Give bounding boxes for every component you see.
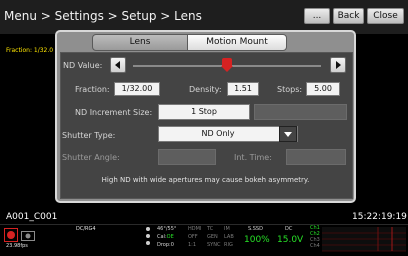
cal-readout: Cal:OE: [157, 234, 174, 240]
tab-motion-mount[interactable]: Motion Mount: [187, 34, 287, 51]
format-readout: DC/RG4: [76, 226, 96, 232]
shutter-type-value: ND Only: [201, 129, 235, 138]
timecode: 15:22:19:19: [352, 212, 407, 222]
status-grid-cell: RIG: [224, 242, 233, 248]
warning-message: High ND with wide apertures may cause bo…: [101, 176, 310, 184]
fps-readout: 23.98fps: [6, 243, 28, 249]
nd-decrease-button[interactable]: [110, 57, 126, 73]
density-value-field[interactable]: 1.51: [227, 82, 259, 96]
fraction-overlay-readout: Fraction: 1/32.0: [6, 47, 54, 54]
breadcrumb: Menu > Settings > Setup > Lens: [4, 9, 202, 23]
int-time-field: [286, 149, 346, 165]
shutter-type-select[interactable]: ND Only: [158, 126, 298, 142]
arrow-right-icon: [336, 61, 341, 69]
status-grid-cell: HDMI: [188, 226, 202, 232]
drop-readout: Drop:0: [157, 242, 174, 248]
nd-increase-button[interactable]: [330, 57, 346, 73]
indicator-dot: [146, 227, 150, 231]
tab-lens[interactable]: Lens: [92, 34, 188, 51]
nd-increment-extra-field: [254, 104, 347, 120]
power-voltage: 15.0V: [277, 235, 304, 245]
indicator-dot: [146, 241, 150, 245]
clip-name: A001_C001: [6, 212, 58, 222]
shutter-angle-field: [158, 149, 216, 165]
nd-slider-handle[interactable]: [221, 58, 233, 72]
shutter-type-label: Shutter Type:: [62, 131, 116, 140]
status-grid-cell: TC: [207, 226, 214, 232]
close-button[interactable]: Close: [367, 8, 404, 24]
power-label: DC: [285, 226, 293, 232]
audio-channel-4: Ch4: [310, 243, 320, 249]
status-grid-cell: IM: [224, 226, 230, 232]
indicator-dot: [146, 234, 150, 238]
nd-increment-value: 1 Stop: [191, 107, 217, 116]
nd-increment-select[interactable]: 1 Stop: [158, 104, 250, 120]
chevron-down-icon[interactable]: [279, 126, 297, 142]
arrow-left-icon: [115, 61, 120, 69]
media-label: S.SSD: [248, 226, 263, 232]
stops-value-field[interactable]: 5.00: [306, 82, 340, 96]
nd-value-label: ND Value:: [63, 61, 103, 70]
status-grid-cell: GEN: [207, 234, 218, 240]
shutter-angle-label: Shutter Angle:: [62, 153, 120, 162]
fraction-label: Fraction:: [75, 85, 110, 94]
more-button[interactable]: ...: [304, 8, 330, 24]
audio-meter: [322, 227, 406, 252]
int-time-label: Int. Time:: [234, 153, 272, 162]
nd-increment-label: ND Increment Size:: [75, 108, 153, 117]
status-grid-cell: OFF: [188, 234, 198, 240]
status-grid-cell: SYNC: [207, 242, 221, 248]
shutter-readout: 46°/55°: [157, 226, 177, 232]
status-grid-cell: LAB: [224, 234, 234, 240]
fraction-value-field[interactable]: 1/32.00: [114, 82, 160, 96]
status-grid-cell: 1:1: [188, 242, 197, 248]
stops-label: Stops:: [277, 85, 303, 94]
media-remaining: 100%: [244, 235, 270, 245]
back-button[interactable]: Back: [333, 8, 364, 24]
density-label: Density:: [189, 85, 222, 94]
